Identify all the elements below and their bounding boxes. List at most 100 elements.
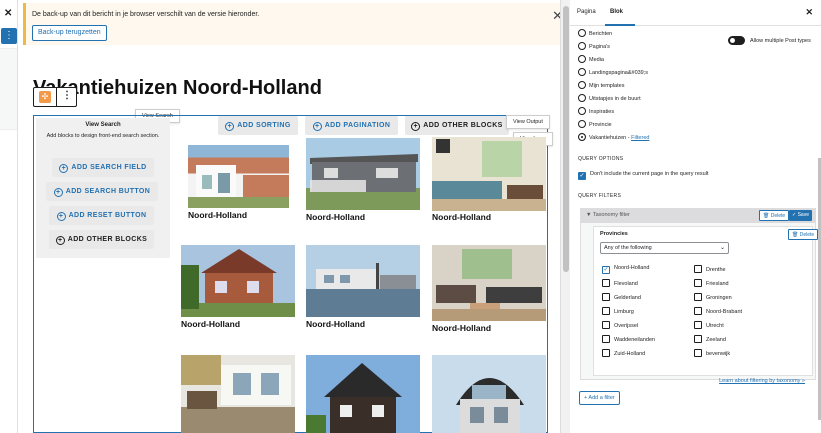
property-image [188,145,289,208]
radio-icon [578,29,586,37]
term-checkbox[interactable]: Overijssel [602,321,638,329]
term-checkbox[interactable]: Groningen [694,293,732,301]
radio-icon [578,120,586,128]
post-type-landingspaginas[interactable]: Landingspagina&#039;s [578,68,648,76]
post-type-provincie[interactable]: Provincie [578,120,612,128]
chalet-illustration [306,138,420,210]
term-checkbox[interactable]: Zeeland [694,335,726,343]
post-type-berichten[interactable]: Berichten [578,29,612,37]
checkbox-label: Flevoland [614,281,638,287]
filtered-link[interactable]: Filtered [631,135,649,141]
term-checkbox[interactable]: ✓ Noord-Holland [602,265,649,274]
checkbox-label: Don't include the current page in the qu… [590,171,709,177]
post-type-uitstapjes[interactable]: Uitstapjes in de buurt [578,94,641,102]
taxonomy-name: Provincies [600,231,628,237]
card-caption: Noord-Holland [181,319,241,329]
exclude-current-checkbox[interactable]: ✓ Don't include the current page in the q… [578,171,708,180]
more-options-icon[interactable]: ⋮ [1,28,17,44]
house-illustration [188,165,289,208]
card-caption: Noord-Holland [306,319,366,329]
property-image [432,137,546,211]
term-checkbox[interactable]: Limburg [602,307,634,315]
close-icon[interactable]: ✕ [4,8,12,19]
post-type-vakantiehuizen[interactable]: Vakantiehuizen - Filtered [578,133,649,141]
term-checkbox[interactable]: Utrecht [694,321,724,329]
radio-label: Vakantiehuizen [589,135,627,141]
property-image [181,355,295,433]
check-icon: ✓ [792,212,797,218]
close-icon[interactable]: ✕ [805,7,813,18]
add-output-blocks-button[interactable]: + ADD OTHER BLOCKS [405,116,509,135]
post-type-inspiraties[interactable]: Inspiraties [578,107,614,115]
select-value: Any of the following [604,245,652,251]
add-sorting-button[interactable]: + ADD SORTING [218,116,298,135]
checkbox-label: Drenthe [706,267,726,273]
property-image [432,245,546,321]
term-checkbox[interactable]: Waddeneilanden [602,335,655,343]
terrace-illustration [181,355,295,433]
taxonomy-terms-panel: Provincies 🗑 Delete Any of the following… [593,226,819,376]
radio-label: Landingspagina&#039;s [589,70,649,76]
view-block-icon[interactable]: ✣ [39,91,51,103]
button-label: Delete [799,232,815,238]
plus-icon: + [225,122,235,131]
match-mode-select[interactable]: Any of the following ⌄ [600,242,729,254]
radio-label: Media [589,57,604,63]
tab-block[interactable]: Blok [610,9,623,15]
save-filter-button[interactable]: ✓ Save [789,210,812,221]
checkbox-label: Friesland [706,281,729,287]
checkbox-icon [602,293,610,301]
term-checkbox[interactable]: Drenthe [694,265,726,273]
button-label: Save [797,212,809,218]
toggle-label: Allow multiple Post types [750,38,811,44]
checkbox-icon: ✓ [602,266,610,274]
add-search-field-button[interactable]: + ADD SEARCH FIELD [52,158,154,177]
delete-filter-button[interactable]: 🗑 Delete [759,210,790,221]
property-image [181,245,295,317]
add-other-blocks-button[interactable]: + ADD OTHER BLOCKS [49,230,154,249]
backup-notice: De back-up van dit bericht in je browser… [23,3,560,45]
radio-label: Berichten [589,31,613,37]
button-label: ADD OTHER BLOCKS [67,236,148,243]
restore-backup-button[interactable]: Back-up terugzetten [32,25,107,41]
canvas-scrollbar[interactable] [560,0,570,433]
brick-house-illustration [181,245,295,317]
checkbox-icon [694,335,702,343]
editor-canvas: De back-up van dit bericht in je browser… [18,0,560,433]
radio-label: Inspiraties [589,109,615,115]
post-type-media[interactable]: Media [578,55,604,63]
post-type-mijn-templates[interactable]: Mijn templates [578,81,624,89]
delete-taxonomy-button[interactable]: 🗑 Delete [788,229,819,240]
radio-label: Mijn templates [589,83,625,89]
term-checkbox[interactable]: Zuid-Holland [602,349,645,357]
button-label: ADD SEARCH BUTTON [65,188,151,195]
tab-page[interactable]: Pagina [577,9,596,15]
round-roof-house-illustration [432,355,546,433]
add-reset-button-button[interactable]: + ADD RESET BUTTON [49,206,154,225]
card-caption: Noord-Holland [432,212,492,222]
multiple-post-types-toggle[interactable] [728,36,745,45]
add-search-button-button[interactable]: + ADD SEARCH BUTTON [46,182,158,201]
notice-message: De back-up van dit bericht in je browser… [32,11,260,18]
more-options-icon[interactable]: ⋮ [62,90,72,101]
query-filters-heading: QUERY FILTERS [578,193,622,199]
living-room-illustration [432,245,546,321]
checkbox-label: Waddeneilanden [614,337,656,343]
term-checkbox[interactable]: Gelderland [602,293,641,301]
post-type-paginas[interactable]: Pagina's [578,42,610,50]
toolbar-divider [56,88,57,106]
term-checkbox[interactable]: Friesland [694,279,729,287]
radio-icon [578,81,586,89]
add-filter-button[interactable]: + Add a filter [579,391,620,405]
close-icon[interactable]: ✕ [552,8,560,24]
add-pagination-button[interactable]: + ADD PAGINATION [305,116,398,135]
term-checkbox[interactable]: bevenwijk [694,349,730,357]
settings-sidebar: Pagina Blok ✕ Berichten Pagina's Media L… [570,0,821,433]
checkbox-label: bevenwijk [706,351,731,357]
checkbox-icon [602,321,610,329]
radio-icon [578,42,586,50]
term-checkbox[interactable]: Flevoland [602,279,638,287]
scrollbar-thumb[interactable] [563,6,569,272]
learn-filtering-link[interactable]: Learn about filtering by taxonomy » [719,378,805,384]
term-checkbox[interactable]: Noord-Brabant [694,307,742,315]
